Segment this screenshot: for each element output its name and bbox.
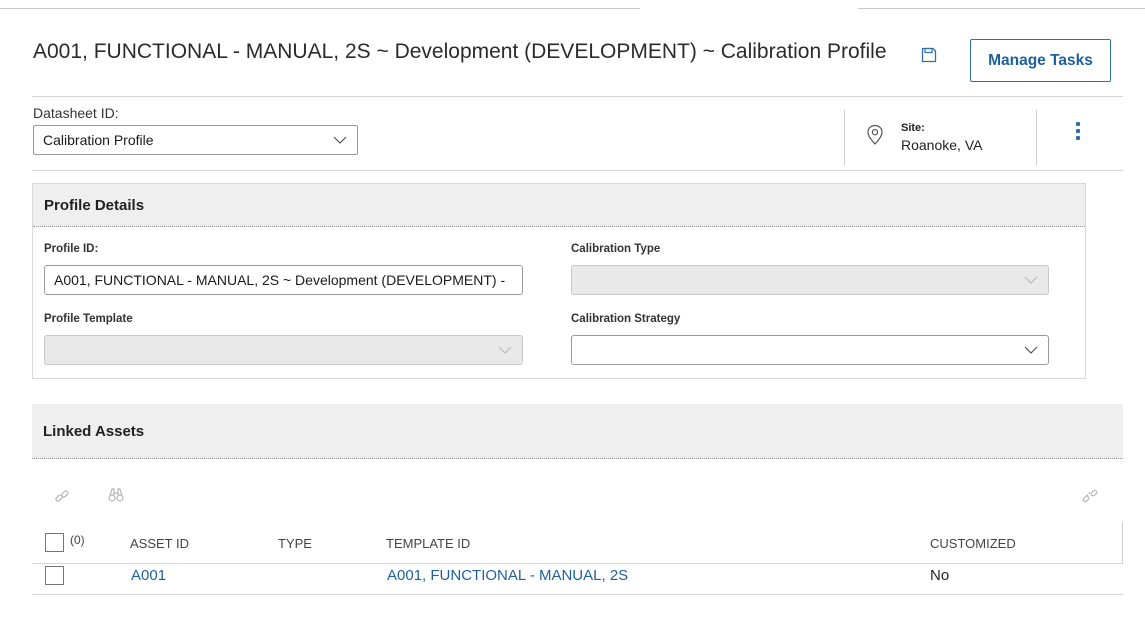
top-border-right	[858, 8, 1145, 9]
calibration-type-label: Calibration Type	[571, 243, 661, 255]
chevron-down-icon	[333, 136, 347, 144]
table-header-divider	[32, 563, 1123, 564]
calibration-strategy-select[interactable]	[571, 335, 1049, 365]
column-header-type[interactable]: TYPE	[278, 536, 312, 551]
page-title: A001, FUNCTIONAL - MANUAL, 2S ~ Developm…	[33, 40, 887, 63]
profile-details-heading: Profile Details	[33, 184, 1085, 227]
map-pin-icon	[867, 124, 883, 145]
top-border-left	[0, 8, 640, 9]
manage-tasks-button[interactable]: Manage Tasks	[970, 39, 1111, 82]
profile-id-value: A001, FUNCTIONAL - MANUAL, 2S ~ Developm…	[54, 272, 506, 288]
more-vertical-icon[interactable]	[1071, 121, 1085, 143]
save-icon[interactable]	[921, 47, 937, 63]
datasheet-divider	[32, 170, 1123, 171]
asset-id-link[interactable]: A001	[131, 567, 166, 584]
row-checkbox[interactable]	[45, 566, 64, 585]
header-divider	[32, 96, 1123, 97]
table-row-divider	[32, 594, 1123, 595]
linked-assets-heading: Linked Assets	[32, 404, 1123, 459]
chevron-down-icon	[1024, 276, 1038, 284]
site-label: Site:	[901, 122, 925, 134]
site-divider-right	[1036, 110, 1037, 165]
chevron-down-icon	[1024, 346, 1038, 354]
calibration-type-select	[571, 265, 1049, 295]
site-value: Roanoke, VA	[901, 137, 983, 153]
site-divider-left	[844, 110, 845, 165]
select-count: (0)	[70, 533, 85, 547]
profile-id-label: Profile ID:	[44, 243, 99, 255]
template-id-link[interactable]: A001, FUNCTIONAL - MANUAL, 2S	[387, 567, 628, 584]
profile-id-field[interactable]: A001, FUNCTIONAL - MANUAL, 2S ~ Developm…	[44, 265, 523, 295]
calibration-strategy-label: Calibration Strategy	[571, 313, 681, 325]
chevron-down-icon	[498, 346, 512, 354]
unlink-icon[interactable]	[1082, 488, 1098, 504]
table-right-edge	[1122, 522, 1123, 564]
profile-template-select	[44, 335, 523, 365]
binoculars-icon[interactable]	[108, 487, 124, 503]
customized-cell: No	[930, 567, 950, 584]
datasheet-id-value: Calibration Profile	[43, 132, 154, 148]
column-header-template-id[interactable]: TEMPLATE ID	[386, 536, 470, 551]
profile-details-section: Profile Details Profile ID: A001, FUNCTI…	[32, 183, 1086, 379]
profile-template-label: Profile Template	[44, 313, 133, 325]
column-header-asset-id[interactable]: ASSET ID	[130, 536, 189, 551]
datasheet-id-label: Datasheet ID:	[33, 105, 119, 121]
link-icon[interactable]	[54, 488, 70, 504]
datasheet-id-select[interactable]: Calibration Profile	[33, 125, 358, 155]
column-header-customized[interactable]: CUSTOMIZED	[930, 536, 1016, 551]
select-all-checkbox[interactable]	[45, 533, 64, 552]
